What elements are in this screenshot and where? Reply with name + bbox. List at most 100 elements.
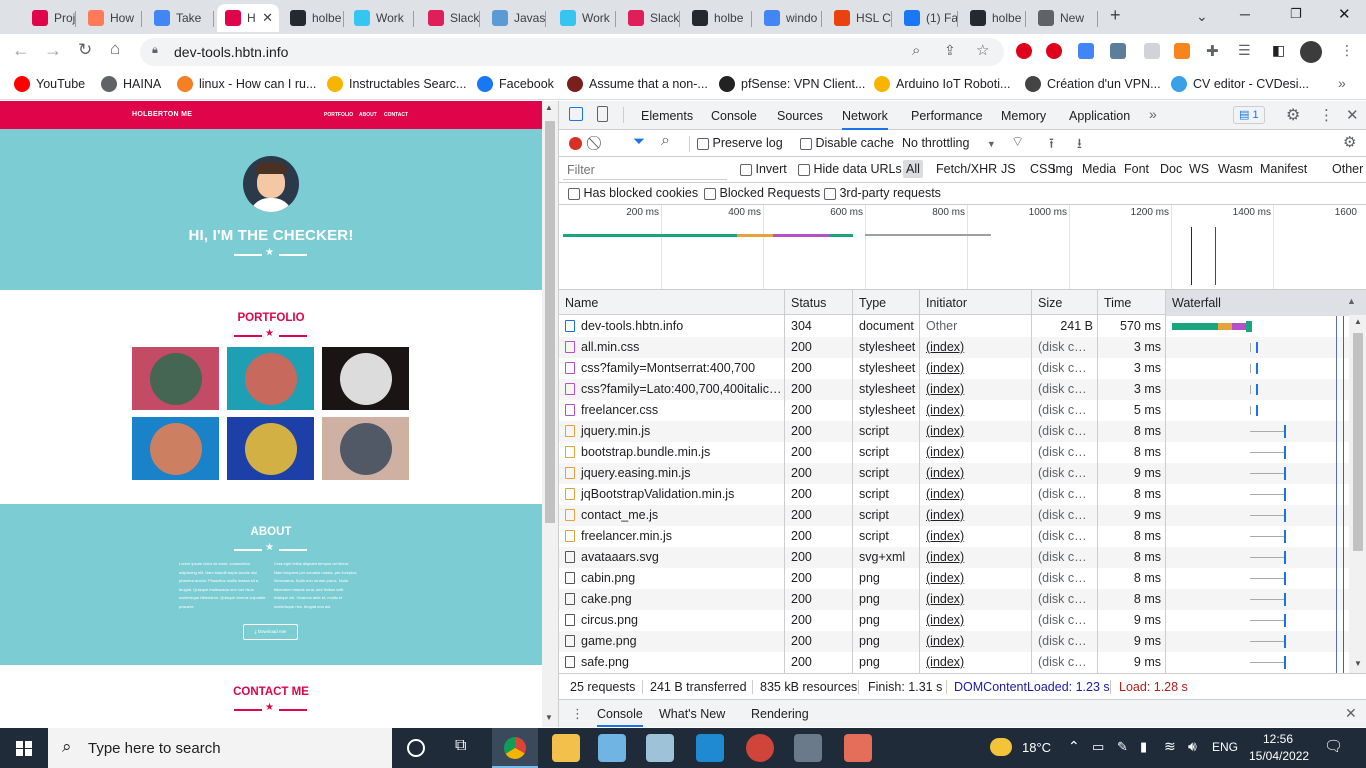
col-status[interactable]: Status	[785, 290, 853, 316]
browser-tab[interactable]: HSL C	[826, 4, 892, 32]
scroll-up-icon[interactable]: ▲	[545, 103, 553, 112]
language-indicator[interactable]: ENG	[1212, 740, 1238, 754]
bookmark-item[interactable]: CV editor - CVDesi...	[1171, 76, 1309, 92]
throttling-select[interactable]: No throttling ▼	[902, 136, 996, 150]
battery-icon[interactable]: ▮	[1140, 739, 1147, 755]
drawer-tab-console[interactable]: Console	[597, 700, 643, 727]
download-button[interactable]: ⤓ Download me!	[243, 624, 298, 640]
browser-tab[interactable]: windo	[756, 4, 822, 32]
nav-about[interactable]: ABOUT	[359, 112, 377, 118]
type-filter-fetchxhr[interactable]: Fetch/XHR	[933, 160, 1000, 178]
third-party-checkbox[interactable]: 3rd-party requests	[824, 186, 941, 200]
chrome-dev-icon[interactable]	[746, 734, 774, 762]
eyedropper-icon[interactable]	[1110, 43, 1126, 59]
new-tab-button[interactable]: +	[1110, 5, 1121, 26]
cell-initiator[interactable]: (index)	[920, 631, 1032, 652]
bookmark-star-icon[interactable]: ☆	[976, 41, 989, 59]
tab-search-icon[interactable]: ⌄	[1196, 8, 1208, 25]
cell-initiator[interactable]: (index)	[920, 400, 1032, 421]
cell-name[interactable]: cake.png	[559, 589, 785, 610]
lock-icon[interactable]: 🔒︎	[152, 44, 158, 57]
browser-tab[interactable]: (1) Fa	[896, 4, 958, 32]
bookmark-item[interactable]: linux - How can I ru...	[177, 76, 316, 92]
bookmark-item[interactable]: Instructables Searc...	[327, 76, 466, 92]
table-row[interactable]: jquery.easing.min.js 200 script (index) (dis…	[559, 463, 1349, 484]
cell-name[interactable]: freelancer.css	[559, 400, 785, 421]
cell-initiator[interactable]: (index)	[920, 547, 1032, 568]
type-filter-ws[interactable]: WS	[1186, 160, 1212, 178]
more-tabs-icon[interactable]: »	[1149, 106, 1157, 122]
forward-icon[interactable]: →	[44, 40, 62, 61]
paint-icon[interactable]	[646, 734, 674, 762]
back-icon[interactable]: ←	[12, 40, 30, 61]
maximize-button[interactable]: ❐	[1290, 6, 1302, 22]
portfolio-item-circus[interactable]	[322, 347, 409, 410]
type-filter-other[interactable]: Other	[1329, 160, 1366, 178]
nav-portfolio[interactable]: PORTFOLIO	[324, 112, 353, 118]
cell-initiator[interactable]: (index)	[920, 484, 1032, 505]
tab-close-icon[interactable]: ✕	[262, 10, 273, 26]
preserve-log-checkbox[interactable]: Preserve log	[697, 136, 783, 150]
blocked-cookies-checkbox[interactable]: Has blocked cookies	[568, 186, 698, 200]
bookmark-item[interactable]: HAINA	[101, 76, 161, 92]
notifications-icon[interactable]: 🗨︎	[1324, 737, 1343, 755]
cell-name[interactable]: freelancer.min.js	[559, 526, 785, 547]
hide-data-urls-box[interactable]	[798, 163, 810, 176]
paint3d-icon[interactable]	[844, 734, 872, 762]
devtools-tab-memory[interactable]: Memory	[1001, 101, 1046, 130]
table-row[interactable]: css?family=Lato:400,700,400italic,7... 20…	[559, 379, 1349, 400]
devtools-tab-application[interactable]: Application	[1069, 101, 1130, 130]
taskbar-search-box[interactable]: ⌕ Type here to search	[48, 728, 392, 768]
search-icon[interactable]: ⌕	[661, 132, 670, 150]
portfolio-item-cake[interactable]	[227, 347, 314, 410]
cell-initiator[interactable]: (index)	[920, 358, 1032, 379]
devtools-tab-sources[interactable]: Sources	[777, 101, 823, 130]
drawer-tab-rendering[interactable]: Rendering	[751, 700, 809, 728]
type-filter-js[interactable]: JS	[998, 160, 1019, 178]
disable-cache-checkbox[interactable]: Disable cache	[800, 136, 894, 150]
cell-name[interactable]: css?family=Montserrat:400,700	[559, 358, 785, 379]
minimize-button[interactable]: ─	[1240, 6, 1250, 22]
browser-tab[interactable]: H ✕	[217, 4, 279, 32]
weather-icon[interactable]	[990, 738, 1012, 756]
table-row[interactable]: cake.png 200 png (index) (disk cac... 8 ms	[559, 589, 1349, 610]
cell-name[interactable]: jquery.min.js	[559, 421, 785, 442]
calculator-icon[interactable]	[794, 734, 822, 762]
disable-cache-box[interactable]	[800, 137, 812, 150]
devtools-settings-icon[interactable]: ⚙	[1286, 105, 1300, 125]
filter-funnel-icon[interactable]: ⏷	[633, 133, 645, 150]
meet-now-icon[interactable]: ▭	[1092, 739, 1104, 755]
table-row[interactable]: freelancer.min.js 200 script (index) (disk c…	[559, 526, 1349, 547]
cell-name[interactable]: cabin.png	[559, 568, 785, 589]
browser-tab[interactable]: Work	[552, 4, 616, 32]
cell-initiator[interactable]: (index)	[920, 442, 1032, 463]
browser-tab[interactable]: How	[80, 4, 142, 32]
page-scrollbar-thumb[interactable]	[545, 121, 555, 523]
type-filter-all[interactable]: All	[903, 160, 923, 178]
browser-tab[interactable]: Work	[346, 4, 414, 32]
preserve-log-box[interactable]	[697, 137, 709, 150]
col-name[interactable]: Name	[559, 290, 785, 316]
scroll-down-icon[interactable]: ▼	[545, 713, 553, 722]
cell-name[interactable]: all.min.css	[559, 337, 785, 358]
page-scrollbar[interactable]: ▲ ▼	[542, 101, 558, 727]
portfolio-item-cabin[interactable]	[132, 347, 219, 410]
bookmark-item[interactable]: Assume that a non-...	[567, 76, 708, 92]
window-close-button[interactable]: ✕	[1338, 5, 1351, 23]
cell-initiator[interactable]: (index)	[920, 379, 1032, 400]
type-filter-wasm[interactable]: Wasm	[1215, 160, 1256, 178]
temperature[interactable]: 18°C	[1022, 740, 1051, 755]
cell-initiator[interactable]: (index)	[920, 610, 1032, 631]
metamask-icon[interactable]	[1174, 43, 1190, 59]
translate-icon[interactable]	[1078, 43, 1094, 59]
wifi-icon[interactable]: ≋	[1164, 738, 1176, 755]
type-filter-doc[interactable]: Doc	[1157, 160, 1185, 178]
blocked-requests-checkbox[interactable]: Blocked Requests	[704, 186, 820, 200]
cell-initiator[interactable]: (index)	[920, 463, 1032, 484]
browser-tab[interactable]: Proje	[24, 4, 76, 32]
portfolio-item-safe[interactable]	[227, 417, 314, 480]
browser-tab[interactable]: Slack	[620, 4, 680, 32]
bookmark-item[interactable]: Facebook	[477, 76, 554, 92]
menu-kebab-icon[interactable]: ⋮	[1340, 42, 1354, 59]
adblock-icon[interactable]	[1046, 43, 1062, 59]
